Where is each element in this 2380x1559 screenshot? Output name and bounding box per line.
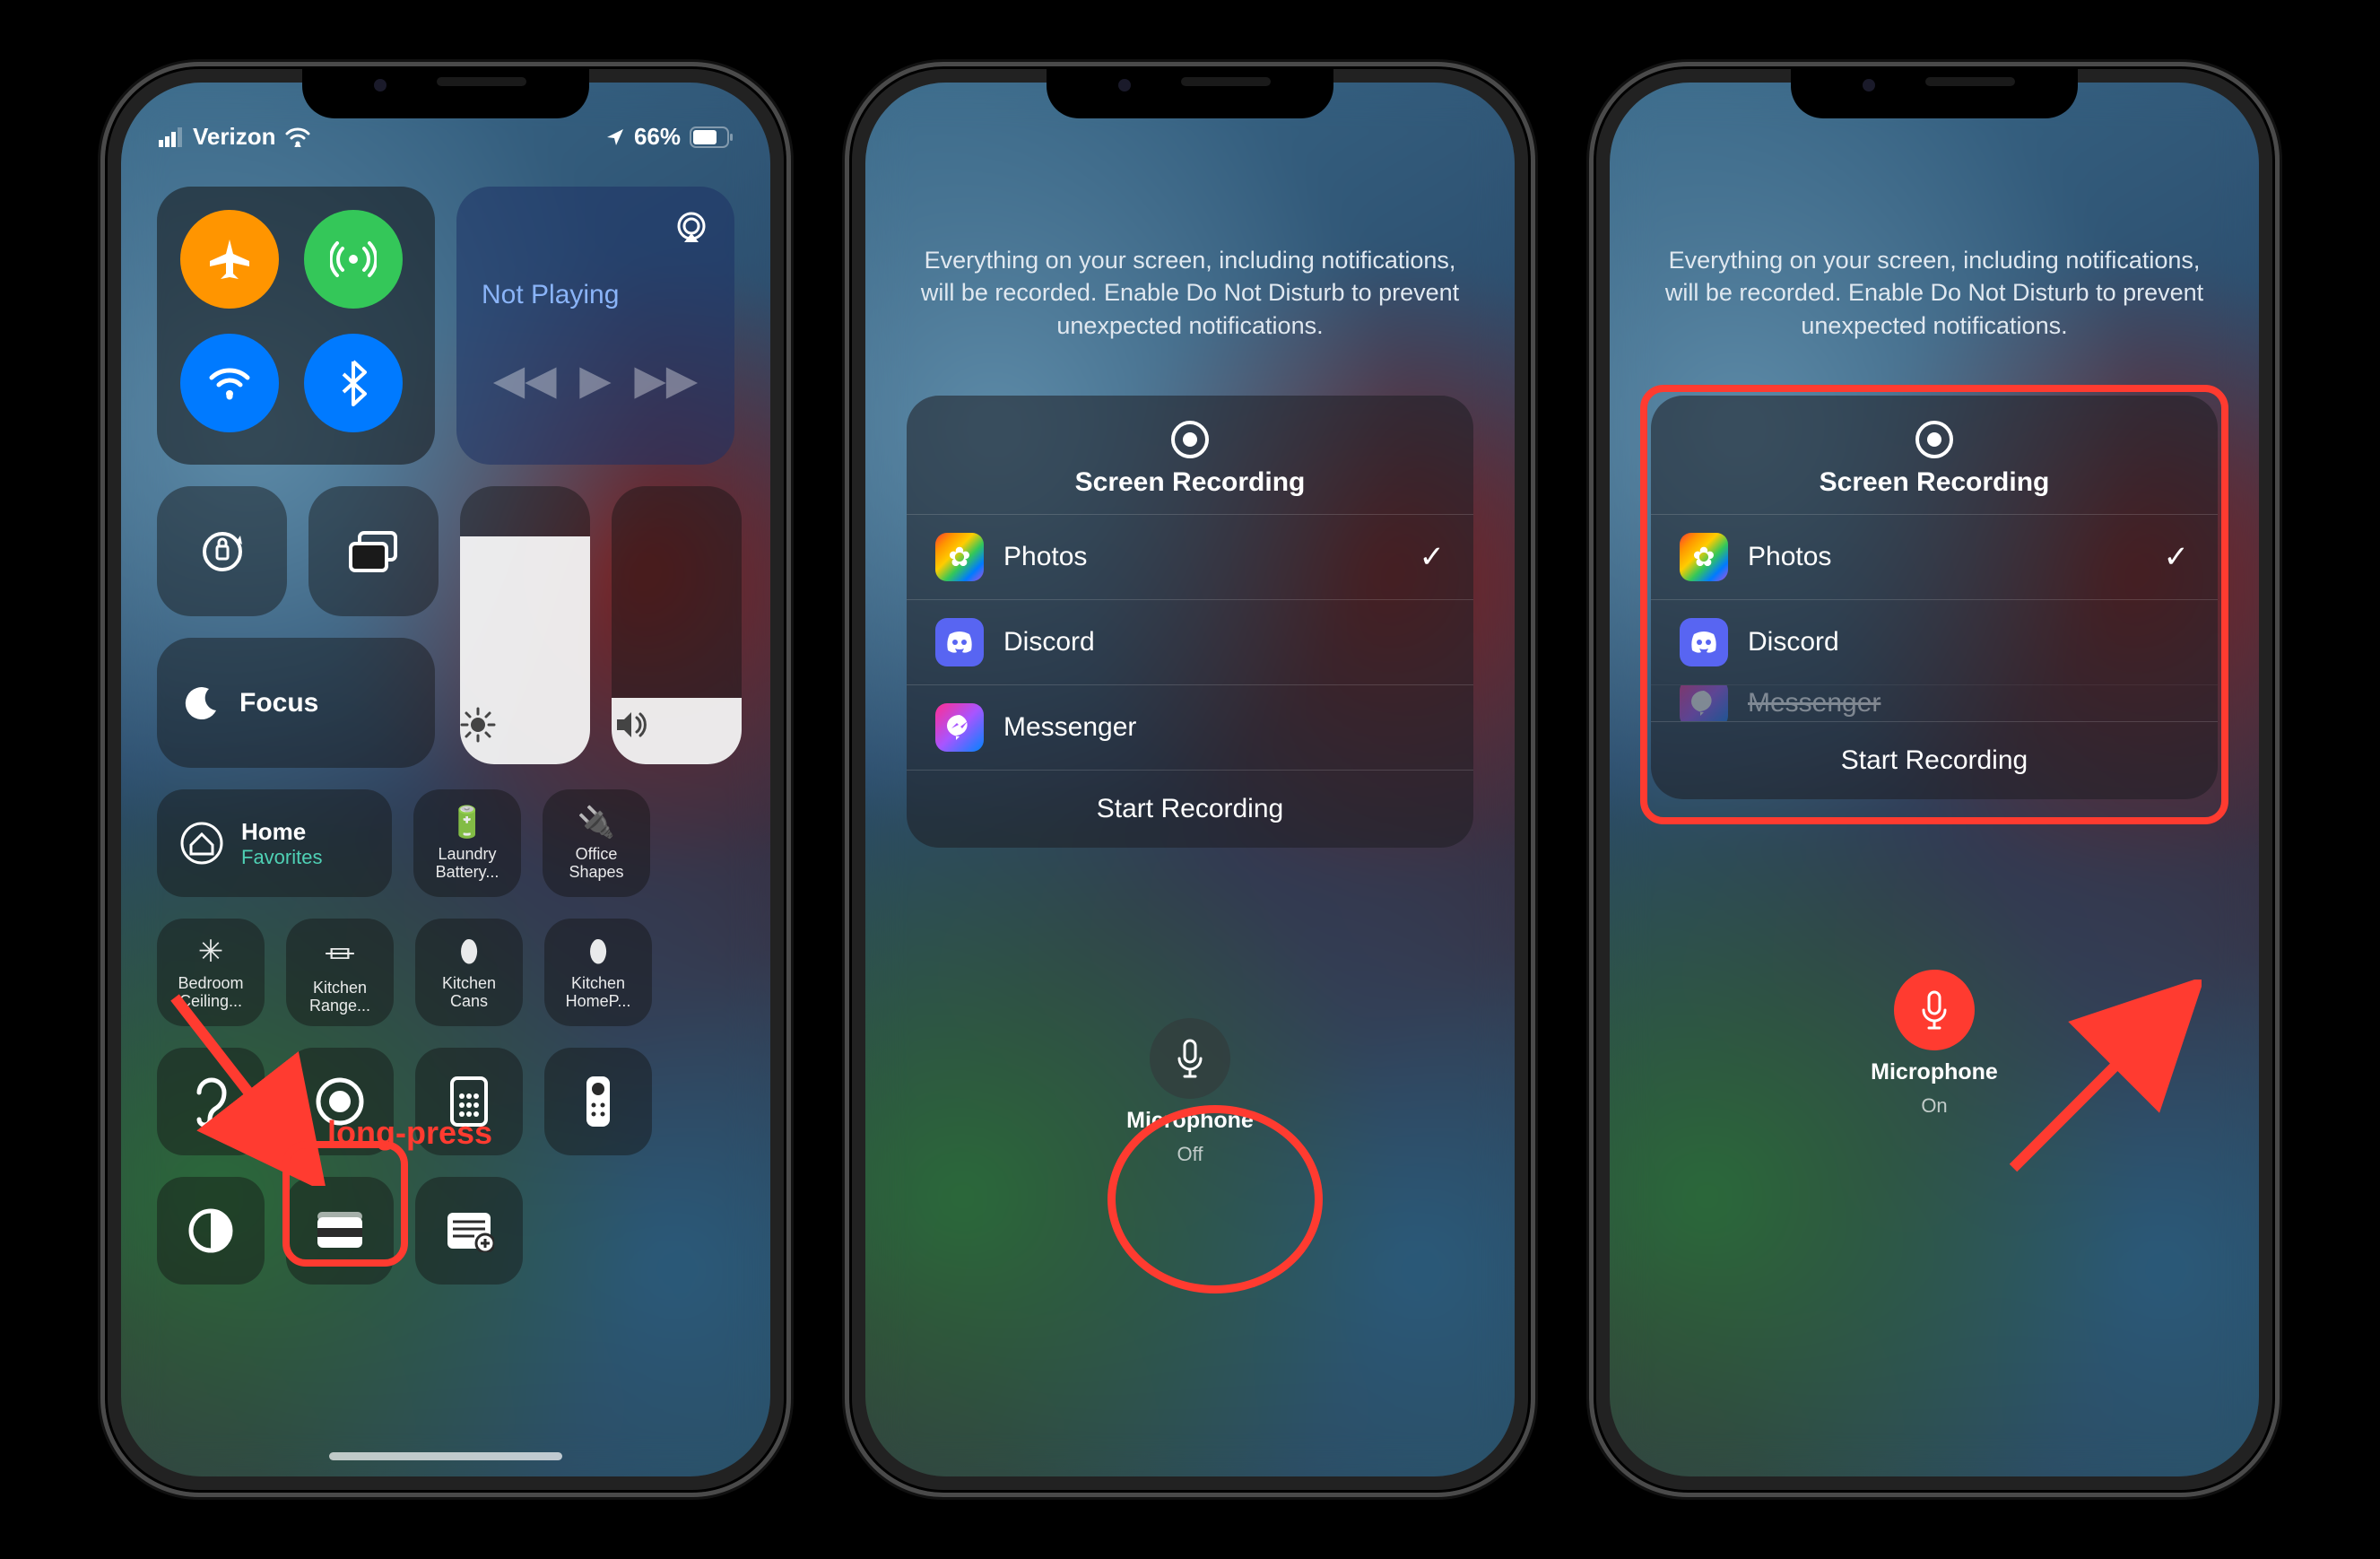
app-row-messenger[interactable]: Messenger <box>1651 684 2218 721</box>
discord-app-icon <box>935 618 984 666</box>
battery-icon <box>690 126 733 148</box>
microphone-toggle[interactable] <box>1150 1018 1230 1099</box>
screen-recording-panel: Screen Recording ✿ Photos ✓ Discord <box>1651 396 2218 799</box>
home-icon <box>180 822 223 865</box>
device-tile-kitchen-cans[interactable]: ⬮ Kitchen Cans <box>415 919 523 1026</box>
home-tile[interactable]: Home Favorites <box>157 789 392 897</box>
app-label: Photos <box>1003 542 1087 572</box>
microphone-label: Microphone <box>1871 1059 1998 1085</box>
annotation-text: long-press <box>327 1114 492 1152</box>
photos-app-icon: ✿ <box>935 533 984 581</box>
screen-recording-panel: Screen Recording ✿ Photos ✓ Discord Mess… <box>907 396 1473 848</box>
discord-app-icon <box>1680 618 1728 666</box>
fan-device-icon: ✳ <box>198 934 224 970</box>
app-row-messenger[interactable]: Messenger <box>907 684 1473 770</box>
app-row-photos[interactable]: ✿ Photos ✓ <box>907 514 1473 599</box>
checkmark-icon: ✓ <box>2164 539 2190 575</box>
focus-toggle[interactable]: Focus <box>157 638 435 768</box>
app-label: Messenger <box>1748 688 1881 719</box>
phone-1: Verizon 66% <box>100 62 791 1497</box>
home-title: Home <box>241 818 322 846</box>
device-tile-office-shapes[interactable]: 🔌 Office Shapes <box>543 789 650 897</box>
app-row-discord[interactable]: Discord <box>907 599 1473 684</box>
wallet-button[interactable] <box>286 1177 394 1285</box>
bluetooth-toggle[interactable] <box>304 334 403 432</box>
phone-2: Everything on your screen, including not… <box>845 62 1535 1497</box>
speaker-icon <box>612 707 742 743</box>
plug-device-icon: 🔌 <box>578 805 615 840</box>
dark-mode-button[interactable] <box>157 1177 265 1285</box>
airplane-mode-toggle[interactable] <box>180 210 279 309</box>
screen-recording-title: Screen Recording <box>1075 467 1306 498</box>
checkmark-icon: ✓ <box>1420 539 1446 575</box>
control-center-screen: Verizon 66% <box>121 83 770 1476</box>
start-recording-button[interactable]: Start Recording <box>907 770 1473 848</box>
cellular-data-toggle[interactable] <box>304 210 403 309</box>
focus-label: Focus <box>239 688 318 719</box>
phone-3: Everything on your screen, including not… <box>1589 62 2280 1497</box>
device-tile-kitchen-homepod[interactable]: ⬮ Kitchen HomeP... <box>544 919 652 1026</box>
battery-label: 66% <box>634 123 681 151</box>
microphone-state: On <box>1921 1094 1947 1118</box>
screen-mirroring-toggle[interactable] <box>308 486 439 616</box>
brightness-slider[interactable] <box>460 486 590 764</box>
media-prev-icon[interactable]: ◀◀ <box>493 355 557 404</box>
microphone-toggle[interactable] <box>1894 970 1975 1050</box>
device-label: Laundry Battery... <box>421 846 514 882</box>
bulb-device-icon: ⬮ <box>459 935 478 970</box>
home-subtitle: Favorites <box>241 846 322 869</box>
media-play-icon[interactable]: ▶ <box>579 355 611 404</box>
app-label: Photos <box>1748 542 1831 572</box>
now-playing-label: Not Playing <box>482 280 709 310</box>
screen-recording-info: Everything on your screen, including not… <box>1610 83 2259 342</box>
screen-recording-info: Everything on your screen, including not… <box>865 83 1515 342</box>
app-row-discord[interactable]: Discord <box>1651 599 2218 684</box>
media-module[interactable]: Not Playing ◀◀ ▶ ▶▶ <box>456 187 734 465</box>
light-device-icon: ⏛ <box>325 930 355 974</box>
messenger-app-icon <box>1680 684 1728 721</box>
orientation-lock-toggle[interactable] <box>157 486 287 616</box>
carrier-label: Verizon <box>193 123 275 151</box>
connectivity-module <box>157 187 435 465</box>
homepod-device-icon: ⬮ <box>588 935 607 970</box>
annotation-arrow-icon <box>157 980 327 1186</box>
app-row-photos[interactable]: ✿ Photos ✓ <box>1651 514 2218 599</box>
microphone-label: Microphone <box>1126 1108 1254 1134</box>
screen-recording-panel-screen: Everything on your screen, including not… <box>865 83 1515 1476</box>
quick-note-button[interactable] <box>415 1177 523 1285</box>
screen-recording-panel-screen-mic-on: Everything on your screen, including not… <box>1610 83 2259 1476</box>
remote-button[interactable] <box>544 1048 652 1155</box>
photos-app-icon: ✿ <box>1680 533 1728 581</box>
wifi-toggle[interactable] <box>180 334 279 432</box>
sun-icon <box>460 707 590 743</box>
microphone-state: Off <box>1177 1143 1203 1166</box>
wifi-icon <box>284 127 311 147</box>
start-recording-button[interactable]: Start Recording <box>1651 721 2218 799</box>
device-label: Kitchen Cans <box>422 975 516 1011</box>
app-label: Messenger <box>1003 712 1136 743</box>
device-tile-laundry-battery[interactable]: 🔋 Laundry Battery... <box>413 789 521 897</box>
location-icon <box>605 127 625 147</box>
volume-slider[interactable] <box>612 486 742 764</box>
moon-icon <box>182 684 221 723</box>
device-label: Office Shapes <box>550 846 643 882</box>
messenger-app-icon <box>935 703 984 752</box>
record-icon <box>1171 421 1209 458</box>
app-label: Discord <box>1748 627 1839 658</box>
airplay-icon[interactable] <box>673 212 709 244</box>
device-label: Kitchen HomeP... <box>552 975 645 1011</box>
home-indicator[interactable] <box>329 1452 562 1460</box>
record-icon <box>1915 421 1953 458</box>
status-bar: Verizon 66% <box>121 83 770 151</box>
media-next-icon[interactable]: ▶▶ <box>634 355 698 404</box>
battery-device-icon: 🔋 <box>448 805 486 840</box>
annotation-arrow-icon <box>1995 980 2202 1186</box>
screen-recording-title: Screen Recording <box>1820 467 2050 498</box>
signal-icon <box>159 127 184 147</box>
app-label: Discord <box>1003 627 1095 658</box>
